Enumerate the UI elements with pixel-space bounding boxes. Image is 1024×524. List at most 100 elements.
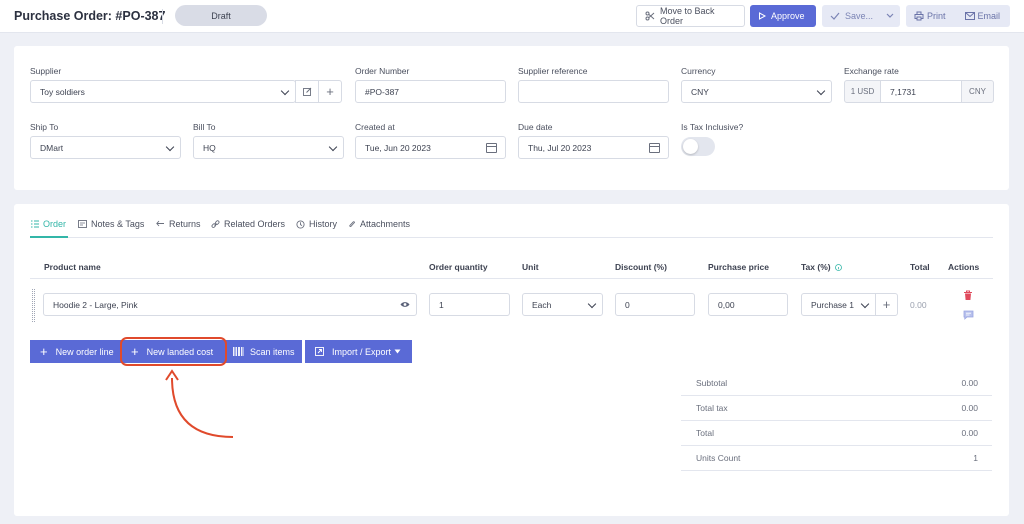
plus-icon: + — [40, 344, 48, 359]
history-icon — [296, 219, 305, 229]
ship-to-label: Ship To — [30, 122, 59, 132]
column-header-price: Purchase price — [708, 262, 769, 272]
tab-related-orders[interactable]: Related Orders — [211, 219, 285, 229]
info-icon[interactable] — [834, 263, 842, 271]
unit-select[interactable]: Each — [522, 293, 603, 316]
add-tax-button[interactable]: + — [875, 293, 898, 316]
created-at-label: Created at — [355, 122, 395, 132]
tab-notes-tags[interactable]: Notes & Tags — [78, 219, 144, 229]
move-to-back-order-label: Move to Back Order — [660, 6, 715, 26]
units-count-label: Units Count — [696, 453, 741, 463]
discount-value: 0 — [625, 299, 630, 310]
link-icon — [211, 219, 220, 229]
chevron-down-icon — [280, 86, 290, 96]
add-supplier-button[interactable]: + — [318, 80, 342, 103]
created-at-input[interactable]: Tue, Jun 20 2023 — [355, 136, 506, 159]
tab-order[interactable]: Order — [31, 219, 66, 229]
calendar-icon[interactable] — [649, 143, 660, 153]
due-date-input[interactable]: Thu, Jul 20 2023 — [518, 136, 669, 159]
total-tax-value: 0.00 — [961, 403, 978, 413]
summary-total-tax-row: Total tax 0.00 — [681, 396, 992, 421]
column-header-actions: Actions — [948, 262, 980, 272]
import-export-button[interactable]: Import / Export — [305, 340, 412, 363]
tab-returns[interactable]: Returns — [156, 219, 201, 229]
units-count-value: 1 — [973, 453, 978, 463]
column-header-tax-label: Tax (%) — [801, 262, 831, 272]
new-order-line-label: New order line — [55, 346, 114, 357]
tab-returns-label: Returns — [169, 219, 201, 229]
column-header-quantity: Order quantity — [429, 262, 488, 272]
new-order-line-button[interactable]: + New order line — [30, 340, 120, 363]
external-link-icon — [315, 347, 324, 356]
tab-attachments[interactable]: Attachments — [348, 219, 410, 229]
tax-inclusive-toggle[interactable] — [681, 137, 715, 156]
print-button[interactable]: Print — [927, 11, 946, 21]
drag-handle-icon[interactable] — [32, 289, 35, 322]
list-icon — [31, 220, 39, 228]
trash-icon[interactable] — [963, 290, 973, 301]
tab-history[interactable]: History — [296, 219, 337, 229]
note-icon — [78, 220, 87, 228]
chevron-down-icon — [165, 142, 175, 152]
quantity-value: 1 — [439, 299, 444, 310]
tax-select[interactable]: Purchase 1 — [801, 293, 876, 316]
discount-input[interactable]: 0 — [615, 293, 695, 316]
quantity-input[interactable]: 1 — [429, 293, 510, 316]
total-tax-label: Total tax — [696, 403, 728, 413]
save-button[interactable]: Save... — [822, 5, 900, 27]
header-divider — [30, 278, 993, 279]
move-to-back-order-button[interactable]: Move to Back Order — [636, 5, 745, 27]
annotation-highlight — [120, 337, 227, 366]
scan-items-button[interactable]: Scan items — [226, 340, 302, 363]
summary-subtotal-row: Subtotal 0.00 — [681, 371, 992, 396]
chevron-down-icon — [816, 86, 826, 96]
bill-to-select[interactable]: HQ — [193, 136, 344, 159]
supplier-label: Supplier — [30, 66, 62, 76]
play-icon — [758, 12, 766, 20]
tab-notes-tags-label: Notes & Tags — [91, 219, 145, 229]
barcode-icon — [233, 347, 244, 356]
exchange-rate-input[interactable]: 7,1731 — [880, 80, 962, 103]
product-name-input[interactable]: Hoodie 2 - Large, Pink — [43, 293, 417, 316]
purchase-price-input[interactable]: 0,00 — [708, 293, 788, 316]
chevron-down-icon[interactable] — [886, 13, 894, 19]
order-number-input[interactable]: #PO-387 — [355, 80, 506, 103]
chevron-down-icon — [328, 142, 338, 152]
scan-items-label: Scan items — [250, 346, 295, 357]
plus-icon: + — [882, 297, 891, 312]
summary-total-row: Total 0.00 — [681, 421, 992, 446]
printer-icon[interactable] — [914, 11, 924, 21]
product-name-value: Hoodie 2 - Large, Pink — [53, 299, 138, 310]
total-label: Total — [696, 428, 714, 438]
approve-button[interactable]: Approve — [750, 5, 816, 27]
supplier-select[interactable]: Toy soldiers — [30, 80, 296, 103]
comment-icon[interactable] — [963, 310, 974, 320]
toggle-knob — [683, 139, 698, 154]
subtotal-value: 0.00 — [961, 378, 978, 388]
due-date-value: Thu, Jul 20 2023 — [528, 142, 592, 153]
column-header-tax: Tax (%) — [801, 262, 842, 272]
check-icon — [830, 12, 840, 20]
exchange-rate-unit: CNY — [961, 80, 994, 103]
page-title: Purchase Order: #PO-387 — [14, 9, 166, 23]
ship-to-select[interactable]: DMart — [30, 136, 181, 159]
currency-select[interactable]: CNY — [681, 80, 832, 103]
mail-icon[interactable] — [964, 12, 975, 20]
exchange-rate-base: 1 USD — [844, 80, 881, 103]
email-button[interactable]: Email — [978, 11, 1001, 21]
supplier-reference-input[interactable] — [518, 80, 669, 103]
column-header-product: Product name — [44, 262, 101, 272]
column-header-total: Total — [910, 262, 930, 272]
tab-attachments-label: Attachments — [360, 219, 411, 229]
calendar-icon[interactable] — [486, 143, 497, 153]
edit-supplier-button[interactable] — [295, 80, 319, 103]
chevron-down-icon — [587, 299, 597, 309]
tax-inclusive-label: Is Tax Inclusive? — [681, 122, 744, 132]
currency-value: CNY — [691, 86, 709, 97]
tab-order-label: Order — [43, 219, 67, 229]
return-icon — [156, 220, 165, 228]
total-value: 0.00 — [961, 428, 978, 438]
import-export-label: Import / Export — [332, 346, 392, 357]
supplier-reference-label: Supplier reference — [518, 66, 588, 76]
eye-icon[interactable] — [400, 301, 410, 308]
